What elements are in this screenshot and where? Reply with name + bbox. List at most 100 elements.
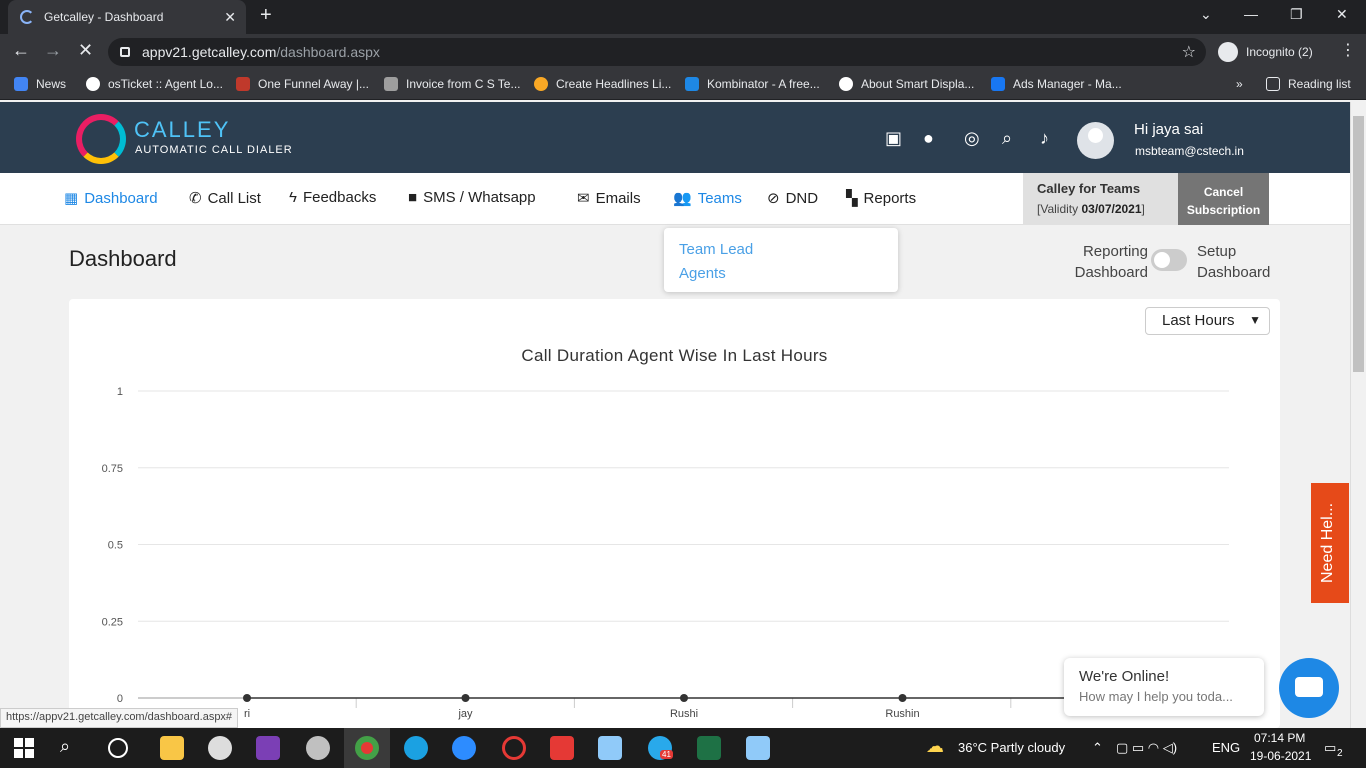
chat-launcher-icon[interactable]	[1279, 658, 1339, 718]
bookmark-item[interactable]: Create Headlines Li...	[534, 77, 671, 91]
url-host: appv21.getcalley.com	[142, 44, 277, 60]
envelope-icon: ✉	[577, 190, 590, 207]
dropdown-item-team-lead[interactable]: Team Lead	[679, 238, 883, 262]
zoom-icon[interactable]	[452, 736, 476, 760]
logo-subtitle: AUTOMATIC CALL DIALER	[135, 144, 293, 156]
main-nav: ▦ Dashboard ✆ Call List ϟ Feedbacks ■ SMS / …	[0, 173, 1350, 225]
data-point[interactable]	[680, 694, 688, 702]
browser-tab[interactable]: Getcalley - Dashboard ✕	[8, 0, 246, 34]
weather-text[interactable]: 36°C Partly cloudy	[958, 740, 1065, 755]
data-point[interactable]	[243, 694, 251, 702]
nav-call-list[interactable]: ✆ Call List	[189, 189, 261, 208]
tray-icons[interactable]: ▢ ▭ ◠ ◁)	[1116, 740, 1177, 756]
tab-search-icon[interactable]: ⌄	[1200, 6, 1212, 23]
dropdown-item-agents[interactable]: Agents	[679, 262, 883, 286]
dashboard-mode-toggle[interactable]	[1151, 249, 1187, 271]
onenote-icon[interactable]	[256, 736, 280, 760]
cancel-subscription-button[interactable]: Cancel Subscription	[1178, 173, 1269, 225]
scrollbar-thumb[interactable]	[1353, 116, 1364, 372]
android-icon[interactable]: ▣	[885, 128, 902, 149]
nav-dashboard[interactable]: ▦ Dashboard	[64, 189, 158, 208]
bookmark-item[interactable]: Kombinator - A free...	[685, 77, 820, 91]
anydesk-icon[interactable]	[550, 736, 574, 760]
bookmark-item[interactable]: One Funnel Away |...	[236, 77, 369, 91]
chat-greeting[interactable]: We're Online! How may I help you toda...	[1064, 658, 1264, 716]
user-greeting[interactable]: Hi jaya sai	[1134, 121, 1203, 138]
page-scrollbar[interactable]	[1350, 102, 1366, 728]
calley-logo-icon[interactable]	[76, 114, 126, 164]
chrome-taskbar-button[interactable]	[344, 728, 390, 768]
lock-icon	[120, 47, 130, 57]
browser-tab-strip: Getcalley - Dashboard ✕ + ⌄ — ❐ ✕	[0, 0, 1366, 34]
address-bar[interactable]: appv21.getcalley.com/dashboard.aspx ☆	[108, 38, 1206, 66]
data-point[interactable]	[898, 694, 907, 702]
app-record-icon[interactable]	[502, 736, 526, 760]
tray-chevron-icon[interactable]: ⌃	[1092, 740, 1103, 756]
nav-sms-whatsapp[interactable]: ■ SMS / Whatsapp	[408, 189, 536, 206]
reporting-dashboard-label: Reporting Dashboard	[1074, 243, 1148, 281]
setup-dashboard-label: Setup Dashboard	[1197, 243, 1271, 281]
nav-dnd[interactable]: ⊘ DND	[767, 189, 818, 208]
funnel-icon	[236, 77, 250, 91]
bookmark-item[interactable]: About Smart Displa...	[839, 77, 974, 91]
page-title: Dashboard	[69, 246, 177, 271]
nav-reports[interactable]: ▚ Reports	[846, 189, 916, 208]
app-icon[interactable]	[306, 736, 330, 760]
search-icon[interactable]: ⌕	[1002, 128, 1012, 149]
plan-info: Calley for Teams [Validity 03/07/2021]	[1023, 173, 1179, 225]
y-tick-label: 0.75	[102, 463, 123, 475]
bookmark-item[interactable]: Invoice from C S Te...	[384, 77, 521, 91]
y-tick-label: 0.5	[108, 540, 123, 552]
forward-icon[interactable]: →	[44, 40, 62, 61]
maximize-icon[interactable]: ❐	[1290, 6, 1303, 23]
notes2-icon[interactable]	[746, 736, 770, 760]
edge-icon[interactable]	[404, 736, 428, 760]
browser-menu-icon[interactable]: ⋮	[1340, 40, 1356, 60]
support-icon[interactable]: ◎	[964, 128, 980, 149]
clock-date[interactable]: 19-06-2021	[1250, 749, 1311, 763]
tab-close-icon[interactable]: ✕	[224, 9, 236, 26]
need-help-tab[interactable]: Need Hel...	[1311, 483, 1349, 603]
reading-list[interactable]: Reading list	[1266, 77, 1351, 91]
bookmark-star-icon[interactable]: ☆	[1182, 42, 1196, 62]
language-indicator[interactable]: ENG	[1212, 740, 1240, 755]
incognito-indicator[interactable]: Incognito (2)	[1218, 42, 1313, 62]
headlines-icon	[534, 77, 548, 91]
chart-title: Call Duration Agent Wise In Last Hours	[521, 346, 828, 365]
bell-icon[interactable]: ♪	[1040, 128, 1049, 149]
ban-icon: ⊘	[767, 190, 780, 207]
nav-teams[interactable]: 👥 Teams	[673, 189, 742, 208]
stop-loading-icon[interactable]: ✕	[78, 40, 93, 61]
excel-icon[interactable]	[697, 736, 721, 760]
window-close-icon[interactable]: ✕	[1336, 6, 1348, 23]
x-tick-label: Rushi	[670, 708, 698, 720]
file-explorer-icon[interactable]	[160, 736, 184, 760]
period-select[interactable]: Last Hours ▼	[1145, 307, 1270, 335]
reports-icon: ▚	[846, 190, 858, 207]
bookmark-item[interactable]: News	[14, 77, 66, 91]
bookmarks-overflow-icon[interactable]: »	[1236, 77, 1243, 91]
new-tab-icon[interactable]: +	[260, 4, 272, 27]
bookmark-item[interactable]: Ads Manager - Ma...	[991, 77, 1122, 91]
users-icon: 👥	[673, 190, 692, 207]
incognito-label: Incognito (2)	[1246, 45, 1313, 59]
apple-icon[interactable]: ●	[923, 128, 934, 149]
app-bot-icon[interactable]	[208, 736, 232, 760]
plan-name: Calley for Teams	[1037, 181, 1141, 196]
windows-start-icon[interactable]	[12, 736, 36, 760]
clock-time[interactable]: 07:14 PM	[1254, 731, 1305, 745]
phone-icon: ✆	[189, 190, 202, 207]
dashboard-icon: ▦	[64, 190, 79, 207]
avatar[interactable]	[1077, 122, 1114, 159]
nav-feedbacks[interactable]: ϟ Feedbacks	[289, 189, 376, 206]
notification-icon[interactable]: ▭	[1324, 740, 1336, 756]
nav-emails[interactable]: ✉ Emails	[577, 189, 641, 208]
data-point[interactable]	[461, 694, 470, 702]
minimize-icon[interactable]: —	[1244, 6, 1258, 22]
notes-icon[interactable]	[598, 736, 622, 760]
telegram-icon[interactable]: 41	[648, 736, 673, 760]
bookmark-item[interactable]: osTicket :: Agent Lo...	[86, 77, 223, 91]
back-icon[interactable]: ←	[12, 40, 30, 61]
taskbar-search-icon[interactable]: ⌕	[60, 736, 84, 760]
cortana-icon[interactable]	[108, 738, 128, 758]
